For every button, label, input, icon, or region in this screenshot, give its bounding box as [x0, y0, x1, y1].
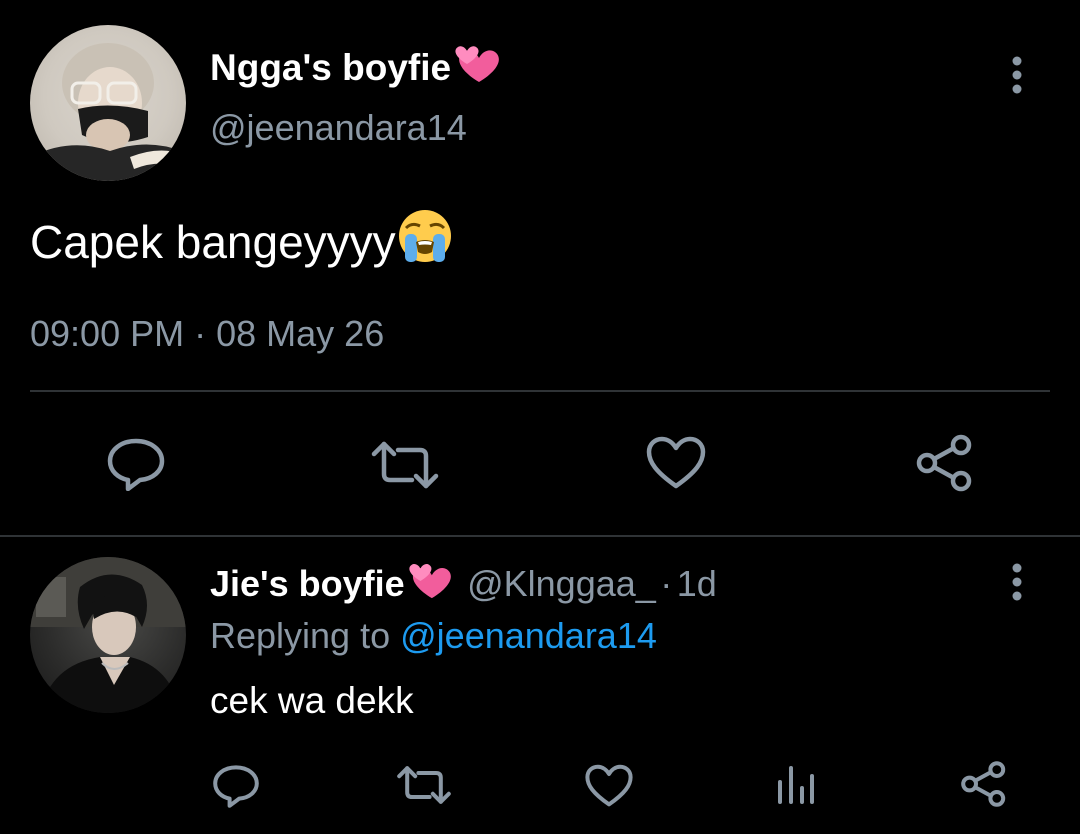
- reply-icon[interactable]: [106, 435, 166, 491]
- replying-to-link[interactable]: @jeenandara14: [400, 615, 657, 656]
- replying-to: Replying to @jeenandara14: [210, 615, 657, 656]
- timestamp: 09:00 PM · 08 May 26: [30, 313, 385, 354]
- two-hearts-icon: [451, 46, 501, 88]
- handle[interactable]: @jeenandara14: [210, 107, 467, 149]
- more-options-icon[interactable]: [1003, 563, 1031, 603]
- time-ago: 1d: [676, 563, 717, 604]
- tweet-text: Capek bangeyyyy: [30, 208, 454, 269]
- like-icon[interactable]: [646, 436, 706, 490]
- reply-text: cek wa dekk: [210, 680, 414, 721]
- like-icon[interactable]: [585, 764, 633, 808]
- avatar[interactable]: [30, 557, 186, 713]
- reply-icon[interactable]: [212, 762, 260, 808]
- retweet-icon[interactable]: [396, 765, 452, 805]
- reply-header: Jie's boyfie @Klnggaa_ · 1d: [210, 560, 717, 605]
- retweet-icon[interactable]: [370, 440, 440, 490]
- divider: [30, 390, 1050, 392]
- avatar[interactable]: [30, 25, 186, 181]
- share-icon[interactable]: [960, 760, 1008, 808]
- display-name[interactable]: Ngga's boyfie: [210, 42, 501, 89]
- share-icon[interactable]: [915, 433, 975, 493]
- more-options-icon[interactable]: [1003, 56, 1031, 96]
- analytics-icon[interactable]: [776, 764, 816, 806]
- display-name[interactable]: Jie's boyfie: [210, 563, 453, 604]
- divider: [0, 535, 1080, 537]
- two-hearts-icon: [405, 563, 453, 604]
- handle[interactable]: @Klnggaa_: [467, 563, 656, 604]
- separator: ·: [660, 563, 673, 604]
- loudly-crying-face-icon: [396, 210, 454, 268]
